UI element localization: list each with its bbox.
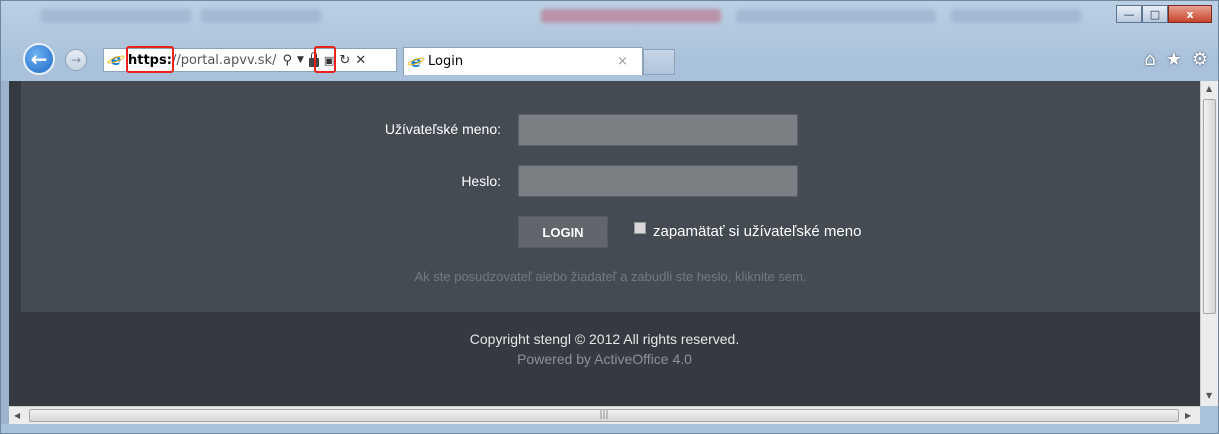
tab-login[interactable]: e Login ×: [403, 47, 643, 75]
password-label: Heslo:: [461, 173, 501, 189]
home-icon[interactable]: ⌂: [1144, 49, 1155, 70]
blurred-tab: [951, 9, 1081, 23]
search-icon[interactable]: ⚲: [282, 53, 292, 68]
close-window-button[interactable]: x: [1168, 5, 1212, 23]
arrow-right-icon: →: [70, 53, 82, 67]
remember-label: zapamätať si užívateľské meno: [653, 223, 862, 240]
annotation-box-2: [314, 46, 336, 73]
back-button[interactable]: ←: [23, 43, 55, 75]
scroll-left-icon[interactable]: ◀: [14, 411, 20, 420]
gear-icon[interactable]: ⚙: [1192, 49, 1208, 70]
horizontal-scroll-thumb[interactable]: |||: [29, 409, 1179, 422]
ie-icon: e: [408, 53, 424, 71]
vertical-scrollbar[interactable]: ▲ ▼: [1200, 81, 1218, 406]
powered-by-text: Powered by ActiveOffice 4.0: [517, 351, 692, 367]
login-form-panel: Užívateľské meno: Heslo: LOGIN zapamätať…: [21, 81, 1200, 312]
maximize-button[interactable]: □: [1142, 5, 1168, 23]
window-left-edge: [1, 81, 9, 424]
blurred-tab: [736, 9, 936, 23]
login-button[interactable]: LOGIN: [518, 216, 608, 248]
page-content: Užívateľské meno: Heslo: LOGIN zapamätať…: [9, 81, 1200, 406]
star-icon[interactable]: ★: [1166, 49, 1182, 70]
blurred-tab: [41, 9, 191, 23]
scroll-up-icon[interactable]: ▲: [1206, 84, 1212, 93]
browser-window: — □ x ← → e https: //portal.apvv.sk/ ⚲ ▼…: [0, 0, 1219, 434]
stop-icon[interactable]: ✕: [355, 53, 366, 68]
blurred-tab: [541, 9, 721, 23]
new-tab-button[interactable]: [643, 49, 675, 75]
forgot-password-link[interactable]: Ak ste posudzovateľ alebo žiadateľ a zab…: [21, 269, 1200, 284]
username-input[interactable]: [518, 114, 798, 146]
scroll-right-icon[interactable]: ▶: [1185, 411, 1191, 420]
toolbar-right: ⌂ ★ ⚙: [1144, 49, 1208, 70]
minimize-button[interactable]: —: [1116, 5, 1142, 23]
remember-checkbox[interactable]: [634, 222, 646, 234]
blurred-tab: [201, 9, 321, 23]
title-bar: — □ x: [1, 1, 1218, 41]
url-host: //portal.apvv.sk/: [171, 52, 277, 68]
annotation-box-1: [126, 46, 174, 73]
password-input[interactable]: [518, 165, 798, 197]
arrow-left-icon: ←: [30, 47, 48, 71]
vertical-scroll-thumb[interactable]: [1203, 99, 1216, 314]
chevron-down-icon[interactable]: ▼: [297, 55, 304, 65]
window-controls: — □ x: [1116, 5, 1212, 23]
horizontal-scrollbar[interactable]: ◀ ||| ▶: [9, 406, 1200, 424]
ie-icon: e: [108, 51, 124, 69]
tab-close-icon[interactable]: ×: [617, 54, 628, 69]
scroll-down-icon[interactable]: ▼: [1206, 391, 1212, 400]
tab-title: Login: [428, 54, 464, 69]
refresh-icon[interactable]: ↻: [339, 53, 350, 68]
copyright-text: Copyright stengl © 2012 All rights reser…: [469, 331, 740, 347]
forward-button[interactable]: →: [65, 49, 87, 71]
username-label: Užívateľské meno:: [384, 121, 501, 137]
